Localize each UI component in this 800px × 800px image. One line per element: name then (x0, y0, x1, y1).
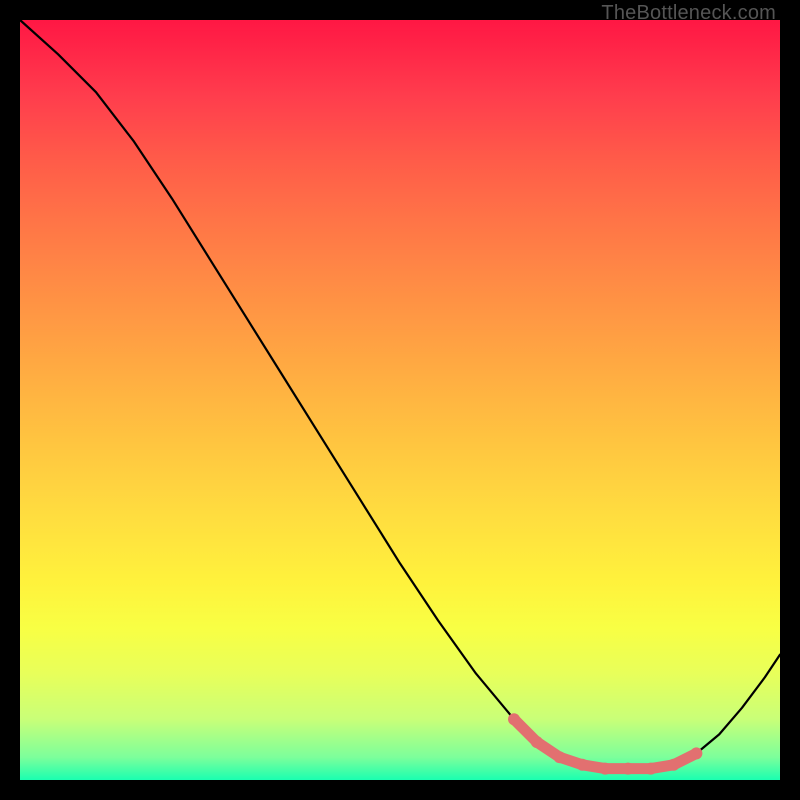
highlight-dots-group (508, 713, 702, 774)
highlight-dot (554, 751, 566, 763)
highlight-dot (668, 759, 680, 771)
chart-stage: TheBottleneck.com (0, 0, 800, 800)
highlight-dot (508, 713, 520, 725)
chart-plot-area (20, 20, 780, 780)
highlight-dot (576, 759, 588, 771)
highlight-dot (599, 763, 611, 775)
highlight-dot (690, 747, 702, 759)
highlight-dot (622, 763, 634, 775)
chart-svg (20, 20, 780, 780)
bottleneck-curve-line (20, 20, 780, 769)
highlight-dot (531, 736, 543, 748)
highlight-dot (645, 763, 657, 775)
